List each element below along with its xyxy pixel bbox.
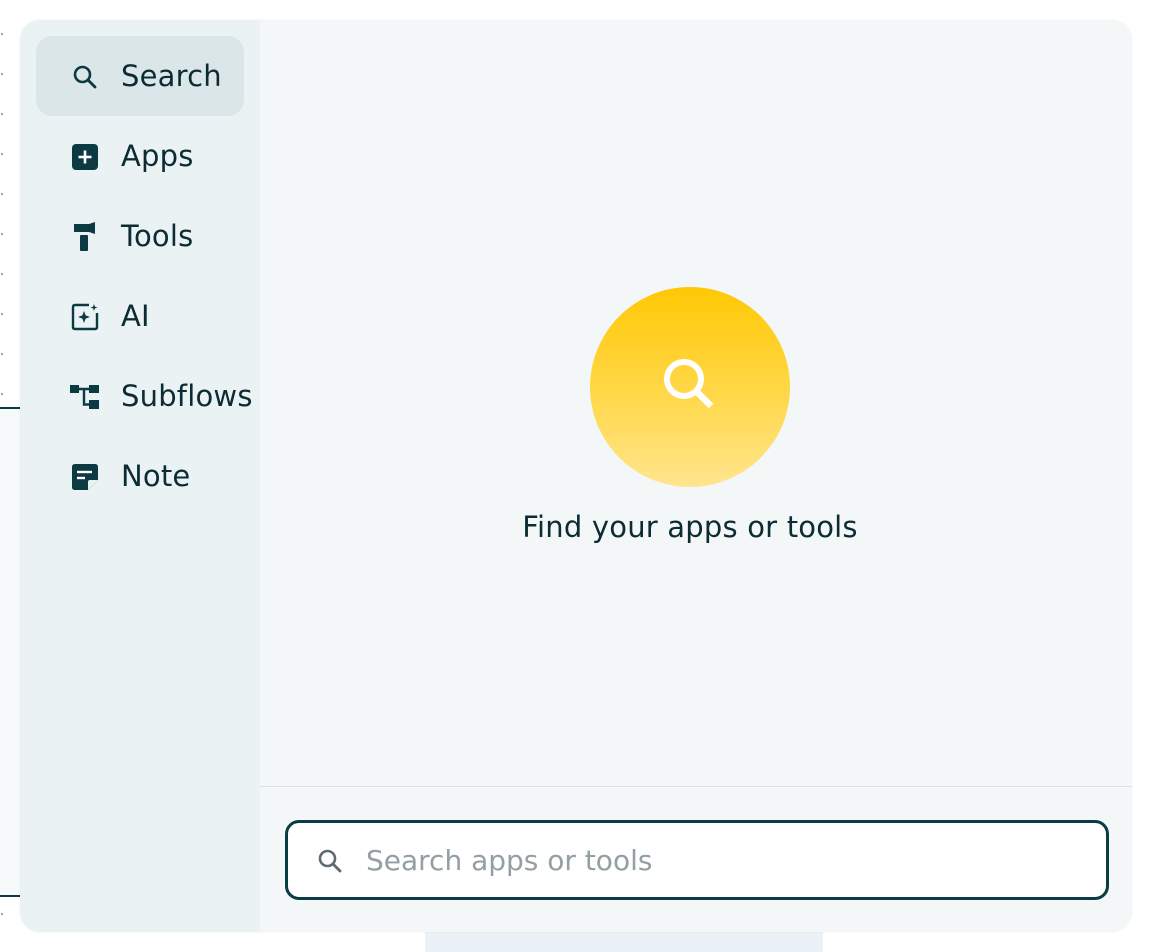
search-input[interactable] [366,839,1086,881]
sidebar-item-note[interactable]: Note [36,436,244,516]
canvas-background: Search Apps Tools AI Subflows Note Find … [0,0,1152,952]
empty-state-message: Find your apps or tools [522,510,858,544]
sidebar-item-label: Search [121,59,222,93]
search-icon [70,62,100,92]
sidebar-item-tools[interactable]: Tools [36,196,244,276]
search-field[interactable] [285,820,1109,900]
sidebar-item-ai[interactable]: AI [36,276,244,356]
sidebar-item-label: AI [121,299,150,333]
category-sidebar: Search Apps Tools AI Subflows Note [20,20,260,932]
empty-state-illustration [590,287,790,487]
background-highlight [425,930,823,952]
add-step-panel: Search Apps Tools AI Subflows Note Find … [20,20,1132,932]
ai-sparkle-icon [70,302,100,332]
search-icon [316,847,344,875]
sidebar-item-subflows[interactable]: Subflows [36,356,252,436]
hammer-icon [70,222,100,252]
sidebar-item-label: Apps [121,139,194,173]
search-icon [655,350,725,424]
sidebar-item-search[interactable]: Search [36,36,244,116]
divider [260,786,1132,787]
subflows-icon [70,382,100,412]
sidebar-item-label: Tools [121,219,194,253]
empty-state: Find your apps or tools [260,20,1132,786]
background-node-card [0,409,22,895]
sidebar-item-label: Note [121,459,191,493]
sidebar-item-label: Subflows [121,379,253,413]
sidebar-item-apps[interactable]: Apps [36,116,244,196]
plus-box-icon [70,142,100,172]
note-icon [70,462,100,492]
